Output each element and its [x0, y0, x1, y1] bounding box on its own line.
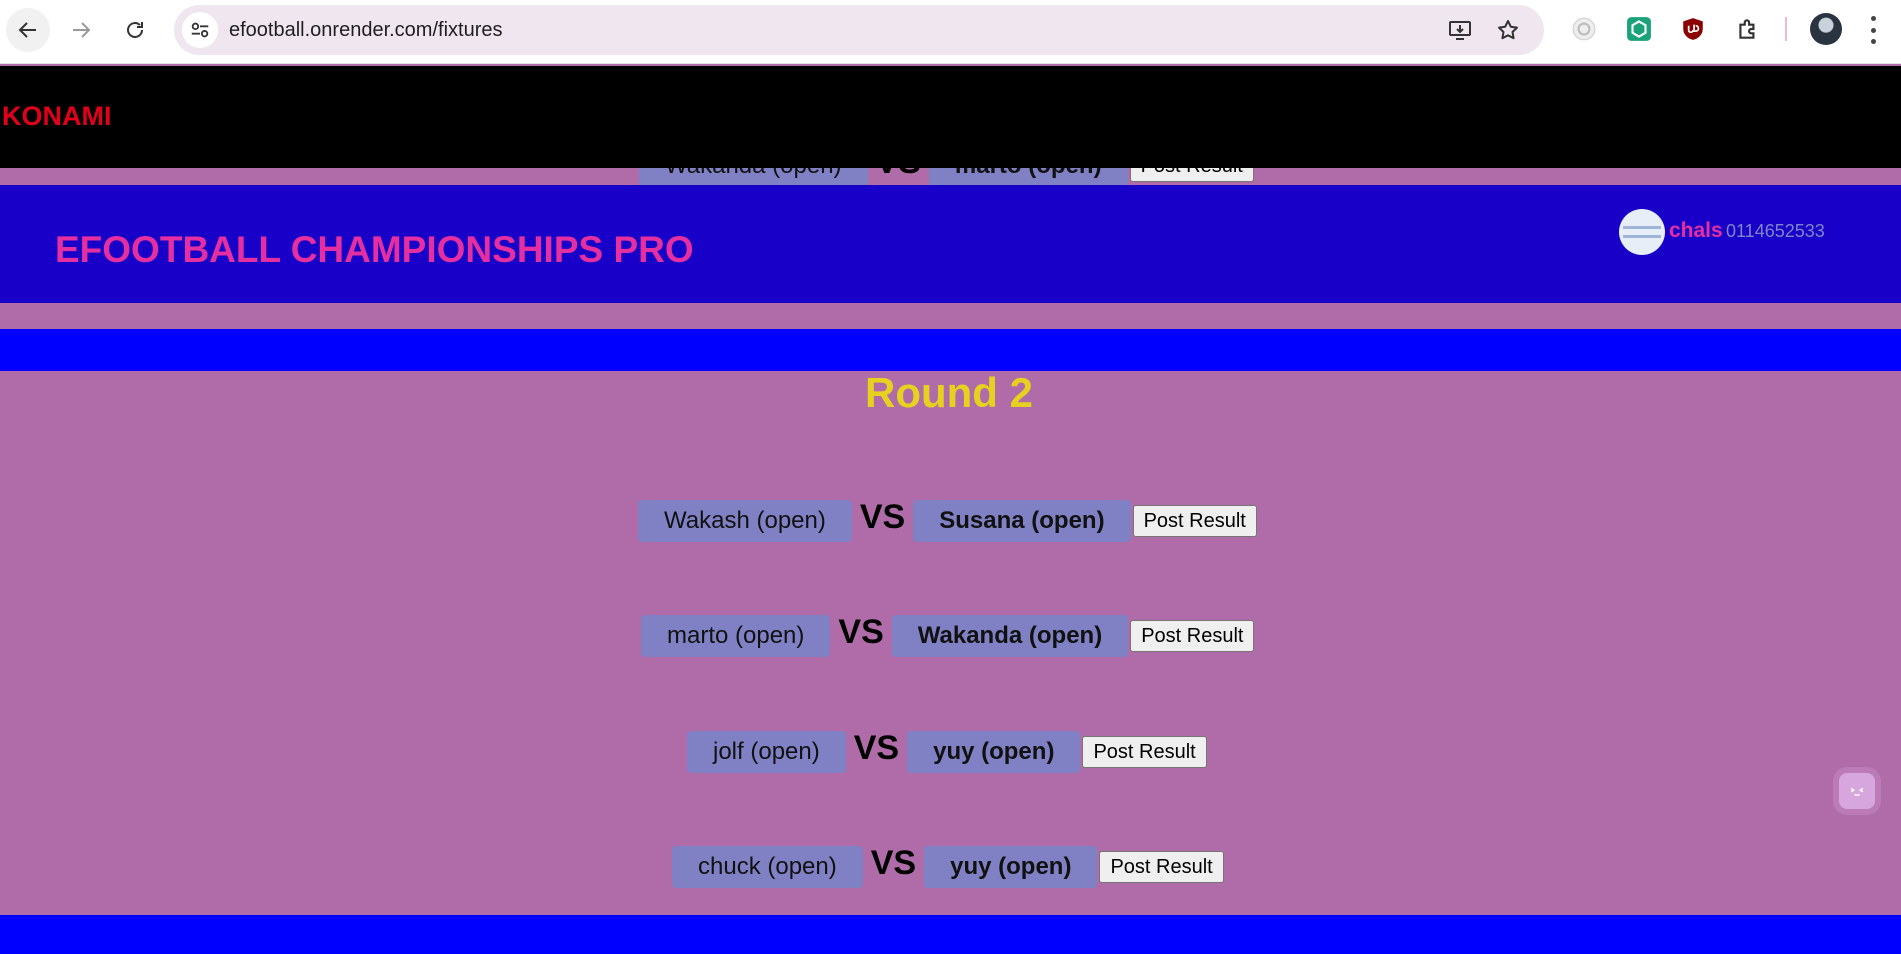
home-team: marto (open) [641, 615, 831, 657]
away-team: Wakanda (open) [891, 615, 1129, 657]
reload-icon [127, 22, 143, 38]
home-team: chuck (open) [672, 846, 863, 888]
dot-icon [1870, 27, 1876, 33]
home-team: jolf (open) [687, 731, 846, 773]
user-avatar[interactable] [1619, 209, 1665, 255]
reload-button[interactable] [113, 8, 157, 52]
post-result-button[interactable]: Post Result [1130, 620, 1255, 652]
toolbar-divider [1785, 17, 1787, 41]
fixture-row: jolf (open) VS yuy (open) Post Result [687, 728, 1207, 774]
install-app-button[interactable] [1446, 16, 1474, 44]
fixture-row: marto (open) VS Wakanda (open) Post Resu… [641, 612, 1255, 658]
site-title: EFOOTBALL CHAMPIONSHIPS PRO [55, 229, 694, 270]
hexagon-icon [1627, 17, 1651, 41]
footer-band [0, 915, 1901, 954]
vs-label: VS [853, 728, 900, 767]
home-team: Wakash (open) [638, 500, 852, 542]
post-result-button[interactable]: Post Result [1132, 505, 1257, 537]
extension-camera-button[interactable] [1569, 14, 1599, 44]
round-title: Round 2 [865, 369, 1033, 416]
url-text[interactable]: efootball.onrender.com/fixtures [229, 5, 503, 55]
away-team: yuy (open) [924, 846, 1098, 888]
brand-bar [0, 66, 1901, 168]
floating-helper-button[interactable] [1839, 773, 1875, 809]
post-result-button[interactable]: Post Result [1082, 736, 1207, 768]
profile-avatar[interactable] [1810, 13, 1842, 45]
back-button[interactable] [6, 8, 50, 52]
arrow-left-icon [18, 22, 36, 38]
browser-menu-button[interactable] [1868, 16, 1878, 44]
extension-ublock-button[interactable] [1678, 14, 1708, 44]
user-phone: 0114652533 [1726, 221, 1825, 241]
star-icon [1498, 20, 1518, 40]
away-team: yuy (open) [907, 731, 1081, 773]
install-icon [1449, 21, 1471, 40]
forward-button[interactable] [59, 8, 103, 52]
arrow-right-icon [73, 22, 91, 38]
fixture-row: chuck (open) VS yuy (open) Post Result [672, 843, 1224, 889]
avatar-stripe [1623, 226, 1661, 229]
brand-logo[interactable]: KONAMI [2, 101, 112, 132]
camera-icon [1572, 17, 1596, 41]
address-bar[interactable]: efootball.onrender.com/fixtures [174, 5, 1544, 55]
dot-icon [1870, 16, 1876, 21]
face-icon [1850, 787, 1864, 796]
post-result-button[interactable]: Post Result [1099, 851, 1224, 883]
fixture-row: Wakash (open) VS Susana (open) Post Resu… [638, 497, 1257, 543]
browser-toolbar: efootball.onrender.com/fixtures [0, 0, 1901, 64]
vs-label: VS [870, 843, 917, 882]
bookmark-button[interactable] [1494, 16, 1522, 44]
site-info-button[interactable] [182, 12, 218, 48]
dot-icon [1870, 39, 1876, 44]
tune-icon [191, 22, 209, 38]
shield-icon [1683, 18, 1703, 40]
section-divider [0, 329, 1901, 371]
user-name: chals [1669, 219, 1723, 242]
puzzle-icon [1739, 19, 1755, 39]
vs-label: VS [859, 497, 906, 536]
avatar-stripe [1623, 235, 1661, 238]
extensions-button[interactable] [1733, 14, 1763, 44]
vs-label: VS [838, 612, 884, 651]
extension-hexagon-button[interactable] [1624, 14, 1654, 44]
away-team: Susana (open) [913, 500, 1131, 542]
